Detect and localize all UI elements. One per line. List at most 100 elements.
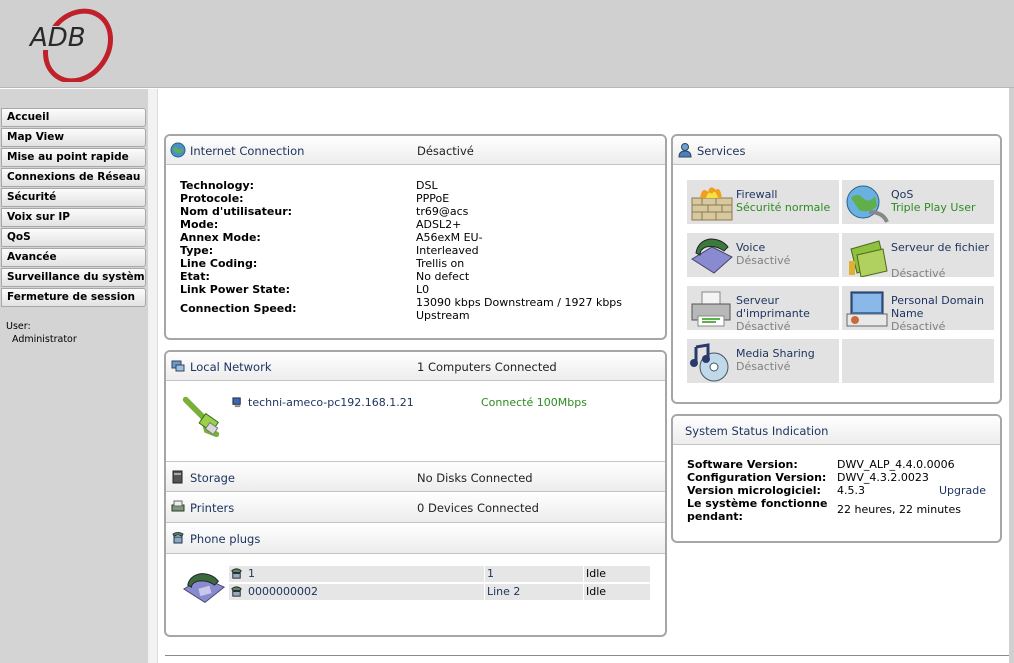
service-media-sharing-name[interactable]: Media Sharing [736,347,840,360]
nav-item-logout[interactable]: Fermeture de session [1,288,146,307]
software-version-value: DWV_ALP_4.4.0.0006 [837,458,955,471]
local-device-area: techni-ameco-pc192.168.1.21 Connecté 100… [166,381,665,461]
service-domain-name[interactable]: Personal Domain Name Désactivé [841,285,995,333]
internet-connection-title[interactable]: Internet Connection [190,144,304,158]
computer-icon [232,397,241,408]
services-header[interactable]: Services [673,136,1000,165]
connection-speed-label: Connection Speed: [180,302,297,315]
phone-row-2-number-text[interactable]: 0000000002 [248,584,318,599]
phone-row-1-number: 1 [229,566,484,582]
nav-item-voip[interactable]: Voix sur IP [1,208,146,227]
annex-mode-value: A56exM EU- [416,231,483,244]
line-coding-label: Line Coding: [180,257,258,270]
phone-line-icon [231,586,242,597]
file-server-icon [849,240,888,277]
service-file-server-name[interactable]: Serveur de fichier [891,241,995,254]
printer-server-icon [691,291,731,327]
state-value: No defect [416,270,470,283]
nav-item-advanced[interactable]: Avancée [1,248,146,267]
globe-icon [170,142,186,158]
link-power-state-label: Link Power State: [180,283,290,296]
services-grid: Firewall Sécurité normale QoS Triple Pla… [673,165,1000,401]
configuration-version-label: Configuration Version: [687,471,827,484]
nav-item-map-view[interactable]: Map View [1,128,146,147]
service-printer-server[interactable]: Serveur d'imprimante Désactivé [686,285,840,333]
service-voice-name[interactable]: Voice [736,241,840,254]
technology-value: DSL [416,179,438,192]
service-qos[interactable]: QoS Triple Play User [841,179,995,225]
internet-connection-header[interactable]: Internet Connection Désactivé [166,136,665,165]
content-left-border [148,89,158,663]
user-label: User: [6,321,31,332]
configuration-version-value: DWV_4.3.2.0023 [837,471,929,484]
internet-details: Technology: DSL Protocole: PPPoE Nom d'u… [166,165,665,335]
phone-plugs-row[interactable]: Phone plugs [166,523,665,554]
mode-value: ADSL2+ [416,218,462,231]
upgrade-link[interactable]: Upgrade [939,484,986,497]
printers-row[interactable]: Printers 0 Devices Connected [166,492,665,523]
internet-connection-panel: Internet Connection Désactivé Technology… [164,134,667,340]
uptime-label-line2: pendant: [687,510,743,523]
service-file-server[interactable]: Serveur de fichier Désactivé [841,232,995,280]
local-network-header[interactable]: Local Network 1 Computers Connected [166,352,665,381]
nav-item-network-connections[interactable]: Connexions de Réseau [1,168,146,187]
uptime-value: 22 heures, 22 minutes [837,503,961,516]
phone-icon [172,532,184,544]
sidebar: Accueil Map View Mise au point rapide Co… [0,89,148,663]
device-name-link[interactable]: techni-ameco-pc192.168.1.21 [248,396,414,409]
service-domain-name-name[interactable]: Personal Domain Name [891,294,995,320]
adb-logo[interactable]: ADB [26,6,126,82]
phone-plugs-area: 1 1 Idle 0000000002 Line 2 Idle [166,554,665,634]
local-network-panel: Local Network 1 Computers Connected tech… [164,350,667,637]
firmware-version-value: 4.5.3 [837,484,865,497]
nav-item-security[interactable]: Sécurité [1,188,146,207]
nav-item-accueil[interactable]: Accueil [1,108,146,127]
system-status-body: Software Version: DWV_ALP_4.4.0.0006 Con… [673,445,1000,540]
header: ADB [0,0,1014,88]
service-media-sharing[interactable]: Media Sharing Désactivé [686,338,840,384]
service-firewall-name[interactable]: Firewall [736,188,840,201]
connection-speed-line2: Upstream [416,309,470,322]
uptime-label-line1: Le système fonctionne [687,497,828,510]
storage-row[interactable]: Storage No Disks Connected [166,461,665,492]
voice-icon [691,238,733,274]
protocol-label: Protocole: [180,192,244,205]
service-firewall[interactable]: Firewall Sécurité normale [686,179,840,225]
line-coding-value: Trellis on [416,257,465,270]
domain-name-icon [846,291,888,327]
service-file-server-status: Désactivé [891,267,946,280]
link-power-state-value: L0 [416,283,430,296]
nav-item-quick-setup[interactable]: Mise au point rapide [1,148,146,167]
service-voice[interactable]: Voice Désactivé [686,232,840,278]
connection-speed-line1: 13090 kbps Downstream / 1927 kbps [416,296,623,309]
state-label: Etat: [180,270,210,283]
service-printer-server-name[interactable]: Serveur d'imprimante [736,294,840,320]
printers-title[interactable]: Printers [190,501,234,515]
storage-title[interactable]: Storage [190,471,235,485]
storage-icon [172,470,183,484]
service-firewall-status: Sécurité normale [736,201,831,214]
service-qos-status: Triple Play User [891,201,976,214]
phone-row-1-state: Idle [584,566,650,582]
service-media-sharing-status: Désactivé [736,360,791,373]
mode-label: Mode: [180,218,219,231]
local-network-title[interactable]: Local Network [190,360,271,374]
printer-icon [171,500,185,512]
phone-plugs-title[interactable]: Phone plugs [190,532,260,546]
device-connection-status: Connecté 100Mbps [481,396,587,409]
service-printer-server-status: Désactivé [736,320,791,333]
footer-divider [165,655,1014,656]
nav-item-qos[interactable]: QoS [1,228,146,247]
annex-mode-label: Annex Mode: [180,231,261,244]
nav-item-system-monitoring[interactable]: Surveillance du système [1,268,146,287]
system-status-title: System Status Indication [685,424,829,438]
services-panel: Services Firewall Sécurité normale QoS T… [671,134,1002,404]
phone-row-1-number-text[interactable]: 1 [248,566,255,581]
service-qos-name[interactable]: QoS [891,188,995,201]
window-right-edge [1009,88,1014,663]
phone-line-icon [231,568,242,579]
firewall-icon [691,187,733,221]
printers-value: 0 Devices Connected [417,501,539,515]
type-label: Type: [180,244,214,257]
services-title[interactable]: Services [697,144,746,158]
